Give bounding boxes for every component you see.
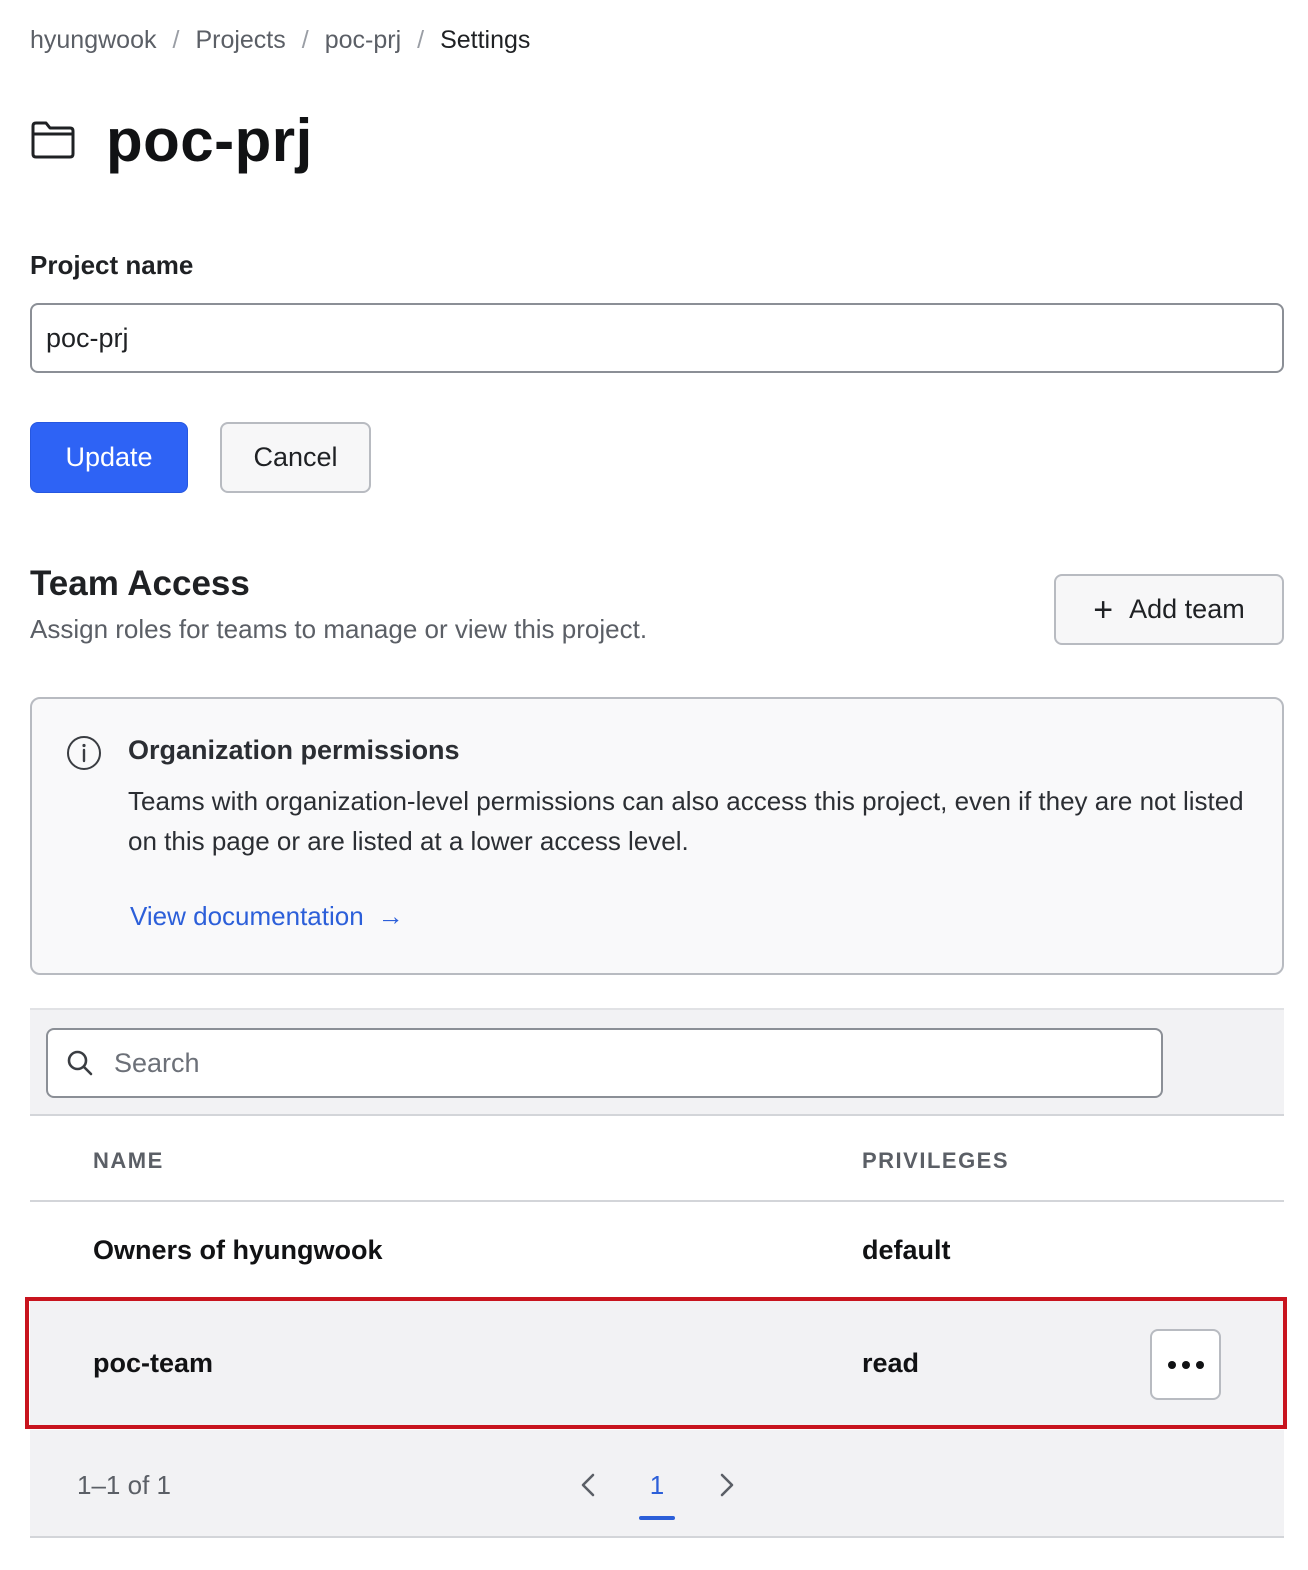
- project-name-label: Project name: [30, 250, 194, 280]
- project-name-input[interactable]: [30, 303, 1284, 373]
- page-header: poc-prj: [30, 100, 313, 180]
- pagination-range: 1–1 of 1: [77, 1470, 171, 1500]
- cancel-button[interactable]: Cancel: [220, 422, 371, 493]
- view-documentation-label: View documentation: [130, 901, 364, 931]
- current-page-indicator: [639, 1516, 675, 1520]
- more-horizontal-icon: [1167, 1360, 1204, 1369]
- plus-icon: +: [1093, 590, 1114, 629]
- breadcrumb-projects[interactable]: Projects: [195, 26, 285, 55]
- add-team-button[interactable]: + Add team: [1054, 574, 1284, 645]
- chevron-left-icon[interactable]: [573, 1468, 603, 1502]
- breadcrumb: hyungwook / Projects / poc-prj / Setting…: [30, 24, 530, 56]
- notice-title: Organization permissions: [128, 735, 460, 765]
- chevron-right-icon[interactable]: [712, 1468, 742, 1502]
- team-access-title: Team Access: [30, 564, 250, 603]
- breadcrumb-org[interactable]: hyungwook: [30, 26, 156, 55]
- table-row[interactable]: Owners of hyungwook default: [30, 1202, 1284, 1298]
- team-name[interactable]: Owners of hyungwook: [93, 1235, 383, 1266]
- table-toolbar: [30, 1008, 1284, 1116]
- pagination: 1–1 of 1 1: [30, 1430, 1284, 1538]
- breadcrumb-current: Settings: [440, 25, 531, 54]
- column-header-privileges[interactable]: PRIVILEGES: [862, 1148, 1009, 1174]
- team-name[interactable]: poc-team: [93, 1348, 213, 1379]
- info-icon: [67, 736, 101, 770]
- breadcrumb-separator: /: [172, 25, 180, 54]
- notice-body: Teams with organization-level permission…: [128, 786, 1244, 856]
- update-button[interactable]: Update: [30, 422, 188, 493]
- view-documentation-link[interactable]: View documentation →: [130, 901, 404, 932]
- search-icon: [67, 1050, 93, 1076]
- search-box[interactable]: [46, 1028, 1163, 1098]
- breadcrumb-separator: /: [417, 25, 425, 54]
- column-header-name[interactable]: NAME: [93, 1148, 164, 1174]
- team-privileges: read: [862, 1348, 920, 1378]
- breadcrumb-separator: /: [301, 25, 309, 54]
- add-team-label: Add team: [1129, 594, 1245, 624]
- table-header: NAME PRIVILEGES: [30, 1118, 1284, 1202]
- org-permissions-notice: Organization permissions Teams with orga…: [30, 697, 1284, 975]
- row-actions-button[interactable]: [1150, 1329, 1221, 1400]
- page-title: poc-prj: [106, 106, 313, 174]
- page-number-current[interactable]: 1: [638, 1470, 676, 1501]
- team-privileges: default: [862, 1235, 951, 1265]
- folder-icon: [31, 121, 75, 159]
- team-access-description: Assign roles for teams to manage or view…: [30, 614, 648, 644]
- arrow-right-icon: →: [377, 901, 404, 931]
- breadcrumb-project[interactable]: poc-prj: [325, 26, 401, 55]
- search-input[interactable]: [112, 1046, 1161, 1080]
- table-row[interactable]: poc-team read: [30, 1299, 1284, 1429]
